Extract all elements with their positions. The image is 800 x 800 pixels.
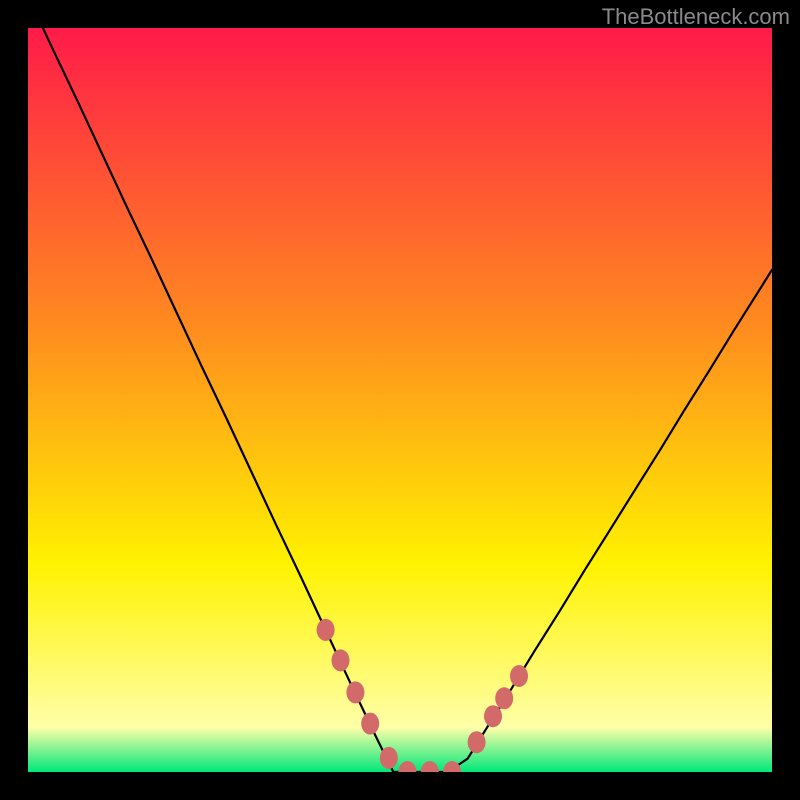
curve-marker xyxy=(380,747,398,769)
curve-marker xyxy=(468,731,486,753)
curve-marker xyxy=(332,649,350,671)
bottleneck-chart xyxy=(28,28,772,772)
curve-marker xyxy=(484,705,502,727)
chart-frame xyxy=(28,28,772,772)
curve-marker xyxy=(495,687,513,709)
curve-marker xyxy=(317,619,335,641)
curve-marker xyxy=(361,713,379,735)
curve-marker xyxy=(510,665,528,687)
watermark-label: TheBottleneck.com xyxy=(602,4,790,30)
curve-marker xyxy=(346,681,364,703)
gradient-bg xyxy=(28,28,772,772)
